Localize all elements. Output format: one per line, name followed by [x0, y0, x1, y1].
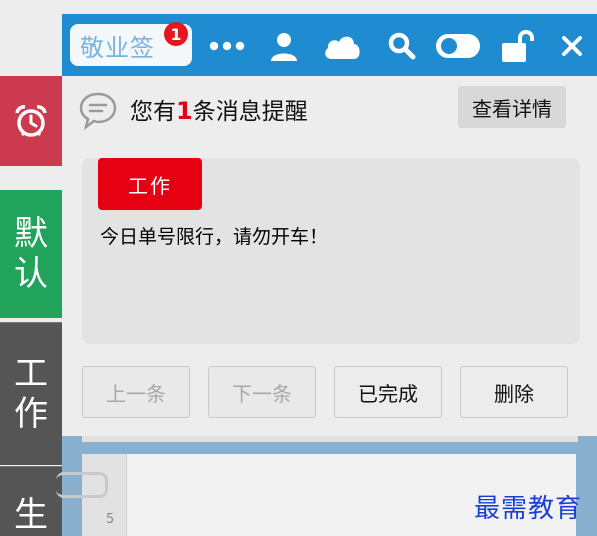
reminder-content: 今日单号限行，请勿开车！	[100, 226, 329, 248]
sidebar-item-default[interactable]: 默 认	[0, 190, 62, 318]
search-icon	[388, 32, 416, 60]
user-icon	[271, 33, 297, 61]
sidebar-item-label: 作	[14, 394, 48, 434]
left-rail: 默 认 工 作 生	[0, 0, 62, 536]
paper-clip-icon	[56, 472, 108, 498]
message-count: 1	[176, 97, 193, 125]
notification-badge: 1	[164, 22, 188, 46]
watermark: 最需教育	[474, 494, 583, 524]
cloud-icon	[325, 36, 360, 59]
unlock-icon	[502, 30, 534, 62]
lock-button[interactable]	[498, 26, 538, 66]
view-details-button[interactable]: 查看详情	[458, 86, 566, 128]
close-icon	[562, 36, 582, 56]
message-prefix: 您有	[130, 99, 176, 125]
message-summary: 您有1条消息提醒	[130, 92, 308, 126]
alarm-clock-icon	[15, 105, 47, 137]
sidebar-item-work[interactable]: 工 作	[0, 322, 62, 465]
sidebar-item-life[interactable]: 生	[0, 466, 62, 536]
app-logo[interactable]: 敬业签 1	[70, 22, 192, 66]
cloud-button[interactable]	[320, 26, 364, 66]
toggle-icon	[436, 34, 480, 58]
previous-button[interactable]: 上一条	[82, 366, 190, 418]
delete-button[interactable]: 删除	[460, 366, 568, 418]
logo-text: 敬业签	[80, 33, 155, 62]
top-header: 敬业签 1	[62, 14, 597, 76]
sidebar-item-label: 工	[14, 354, 48, 394]
search-button[interactable]	[384, 26, 420, 66]
sidebar-item-label: 生	[14, 495, 48, 535]
line-number: 5	[106, 512, 115, 527]
next-button[interactable]: 下一条	[208, 366, 316, 418]
user-button[interactable]	[264, 26, 304, 66]
reminder-panel: 您有1条消息提醒 查看详情 工作 今日单号限行，请勿开车！ 上一条 下一条 已完…	[62, 76, 597, 436]
message-suffix: 条消息提醒	[192, 99, 308, 125]
reminder-card: 工作 今日单号限行，请勿开车！	[82, 158, 580, 344]
divider	[82, 436, 578, 442]
close-button[interactable]	[556, 26, 588, 66]
message-bar: 您有1条消息提醒 查看详情	[62, 76, 597, 142]
chat-bubble-icon	[79, 92, 117, 130]
category-tag: 工作	[98, 158, 202, 210]
toggle-button[interactable]	[434, 26, 482, 66]
sidebar-item-label: 默	[14, 214, 48, 254]
sidebar-item-alarm[interactable]	[0, 76, 62, 166]
complete-button[interactable]: 已完成	[334, 366, 442, 418]
more-icon	[209, 41, 245, 51]
more-button[interactable]	[207, 26, 247, 66]
sidebar-item-label: 认	[14, 254, 48, 294]
